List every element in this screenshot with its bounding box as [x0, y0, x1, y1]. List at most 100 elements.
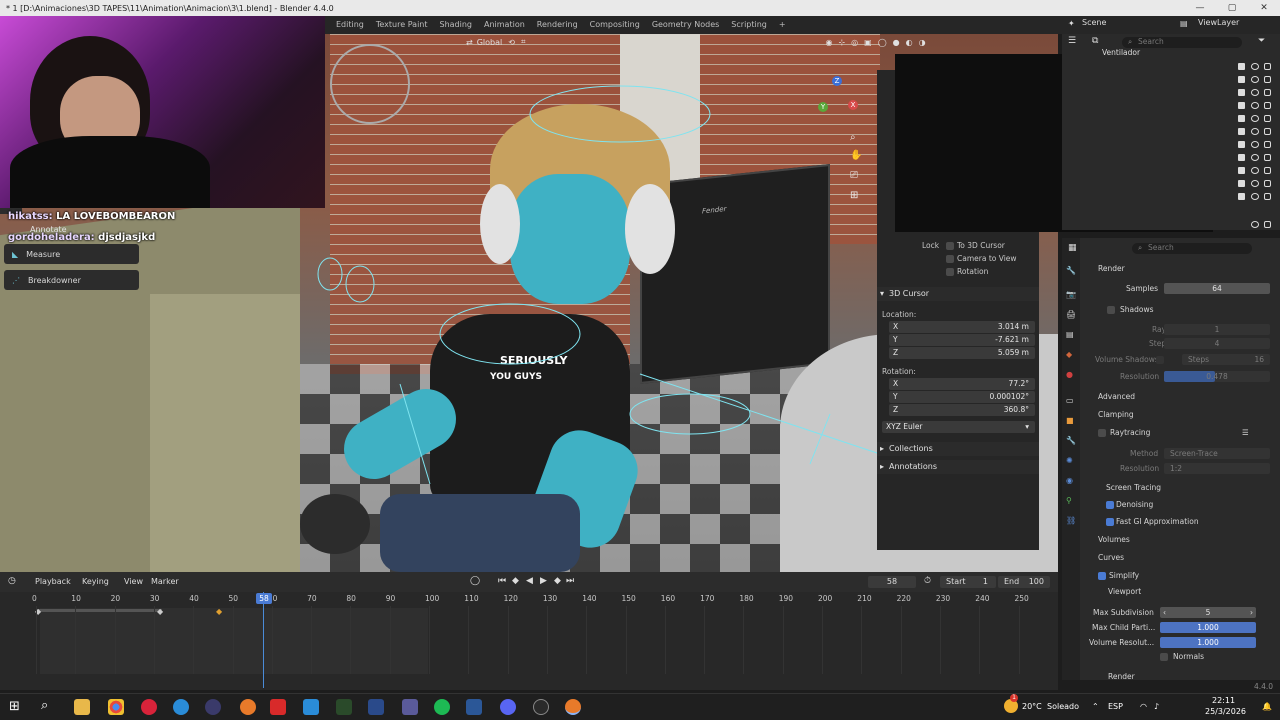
volume-shadow-steps-field[interactable]: Steps 16 — [1182, 354, 1270, 365]
shadows-checkbox[interactable] — [1107, 306, 1115, 314]
cursor-section-header[interactable]: ▾ 3D Cursor — [877, 287, 1039, 301]
checkbox-icon[interactable] — [1238, 141, 1245, 148]
word-icon[interactable] — [466, 699, 482, 715]
end-frame-field[interactable]: End 100 — [998, 576, 1050, 588]
output-tab-icon[interactable]: 🖨 — [1066, 310, 1076, 319]
tab-geometry-nodes[interactable]: Geometry Nodes — [646, 16, 725, 34]
particles-tab-icon[interactable]: ✺ — [1066, 456, 1073, 465]
gizmo-x-icon[interactable]: X — [848, 100, 858, 110]
clock-time[interactable]: 22:11 — [1212, 696, 1235, 705]
camera-icon[interactable] — [1264, 76, 1271, 83]
normals-checkbox[interactable] — [1160, 653, 1168, 661]
raytracing-panel-header[interactable]: Raytracing ☰ — [1082, 426, 1266, 440]
tool-annotate[interactable]: Annotate — [30, 225, 67, 234]
camera-icon[interactable] — [1264, 102, 1271, 109]
add-workspace-icon[interactable]: + — [773, 16, 792, 34]
minimize-icon[interactable]: — — [1184, 0, 1216, 16]
checkbox-icon[interactable] — [1238, 102, 1245, 109]
eye-icon[interactable] — [1251, 167, 1259, 174]
clock-date[interactable]: 25/3/2026 — [1205, 707, 1246, 716]
checkbox-icon[interactable] — [1238, 154, 1245, 161]
filter-icon[interactable]: ⏷ — [1258, 36, 1265, 46]
max-child-field[interactable]: 1.000 — [1160, 622, 1256, 633]
view-menu[interactable]: View — [124, 577, 143, 586]
checkbox-icon[interactable] — [1238, 115, 1245, 122]
shading-solid-icon[interactable]: ● — [893, 38, 900, 47]
checkbox-icon[interactable] — [1238, 128, 1245, 135]
checkbox-icon[interactable] — [1238, 167, 1245, 174]
windows-start-icon[interactable]: ⊞ — [9, 699, 20, 714]
keying-menu[interactable]: Keying — [82, 577, 109, 586]
chrome-icon[interactable] — [108, 699, 124, 715]
app-icon[interactable] — [402, 699, 418, 715]
denoising-subpanel[interactable]: Denoising — [1092, 498, 1276, 512]
checkbox-icon[interactable] — [1238, 76, 1245, 83]
properties-search-input[interactable]: ⌕ Search — [1132, 243, 1252, 254]
playhead-frame[interactable]: 58 — [256, 593, 272, 604]
camera-icon[interactable] — [1264, 221, 1271, 228]
collection-tab-icon[interactable]: ▭ — [1066, 396, 1074, 405]
volume-icon[interactable]: ♪ — [1154, 702, 1159, 711]
next-keyframe-icon[interactable]: ◆ — [554, 576, 561, 586]
eye-icon[interactable] — [1251, 115, 1259, 122]
rays-field[interactable]: 1 — [1164, 324, 1270, 335]
volumes-panel-header[interactable]: Volumes — [1082, 533, 1266, 547]
view-layer-icon[interactable]: ▤ — [1180, 19, 1188, 28]
eye-icon[interactable] — [1251, 63, 1259, 70]
marker-menu[interactable]: Marker — [151, 577, 179, 586]
eye-icon[interactable] — [1251, 193, 1259, 200]
viewport-subpanel[interactable]: Viewport — [1088, 585, 1272, 599]
visibility-icon[interactable]: ◉ — [825, 38, 832, 47]
rt-resolution-dropdown[interactable]: 1:2 — [1164, 463, 1270, 474]
volume-shadows-checkbox[interactable] — [1156, 356, 1164, 364]
eye-icon[interactable] — [1251, 128, 1259, 135]
photos-icon[interactable] — [303, 699, 319, 715]
camera-icon[interactable] — [1264, 141, 1271, 148]
pivot-icon[interactable]: ⟲ — [508, 38, 515, 47]
eye-icon[interactable] — [1251, 154, 1259, 161]
constraints-tab-icon[interactable]: ⛓ — [1066, 516, 1076, 525]
obs-icon[interactable] — [533, 699, 549, 715]
lock-cursor-checkbox[interactable] — [946, 242, 954, 250]
screen-tracing-subpanel[interactable]: Screen Tracing — [1092, 481, 1276, 495]
clamping-panel-header[interactable]: Clamping — [1082, 408, 1266, 422]
orientation-dropdown[interactable]: Global — [477, 38, 503, 47]
shadows-subpanel-header[interactable]: Shadows — [1092, 303, 1276, 317]
eye-icon[interactable] — [1251, 180, 1259, 187]
pan-icon[interactable]: ✋ — [850, 150, 862, 161]
eye-icon[interactable] — [1251, 76, 1259, 83]
checkbox-icon[interactable] — [1238, 193, 1245, 200]
annotations-section-header[interactable]: ▸ Annotations — [877, 460, 1039, 474]
location-x-field[interactable]: X 3.014 m — [889, 321, 1035, 333]
properties-editor-icon[interactable]: ▦ — [1068, 243, 1077, 253]
checkbox-icon[interactable] — [1238, 180, 1245, 187]
list-icon[interactable]: ☰ — [1242, 426, 1249, 440]
edge-icon[interactable] — [173, 699, 189, 715]
search-icon[interactable]: ⌕ — [41, 698, 48, 713]
start-frame-field[interactable]: Start 1 — [940, 576, 996, 588]
collections-section-header[interactable]: ▸ Collections — [877, 442, 1039, 456]
eye-icon[interactable] — [1251, 89, 1259, 96]
camera-icon[interactable] — [1264, 63, 1271, 70]
notification-icon[interactable]: 🔔 — [1262, 702, 1272, 711]
blender-icon[interactable] — [240, 699, 256, 715]
view-layer-name[interactable]: ViewLayer — [1198, 18, 1239, 27]
raytracing-checkbox[interactable] — [1098, 429, 1106, 437]
display-mode-icon[interactable]: ⧉ — [1092, 36, 1098, 46]
app-icon[interactable] — [205, 699, 221, 715]
weather-temp[interactable]: 20°C — [1022, 702, 1042, 711]
gizmo-y-icon[interactable]: Y — [818, 102, 828, 112]
terminal-icon[interactable] — [336, 699, 352, 715]
tab-compositing[interactable]: Compositing — [584, 16, 646, 34]
keyframe-diamond-icon[interactable]: ◆ — [157, 607, 163, 616]
object-tab-icon[interactable]: ■ — [1066, 416, 1074, 425]
tab-animation[interactable]: Animation — [478, 16, 531, 34]
maximize-icon[interactable]: ▢ — [1216, 0, 1248, 16]
scene-icon[interactable]: ✦ — [1068, 19, 1075, 28]
fast-gi-subpanel[interactable]: Fast GI Approximation — [1092, 515, 1276, 529]
outliner-editor-icon[interactable]: ☰ — [1068, 36, 1076, 46]
render-tab-icon[interactable]: 📷 — [1066, 290, 1076, 299]
camera-icon[interactable] — [1264, 115, 1271, 122]
snap-icon[interactable]: ⌗ — [521, 37, 526, 47]
camera-icon[interactable] — [1264, 89, 1271, 96]
